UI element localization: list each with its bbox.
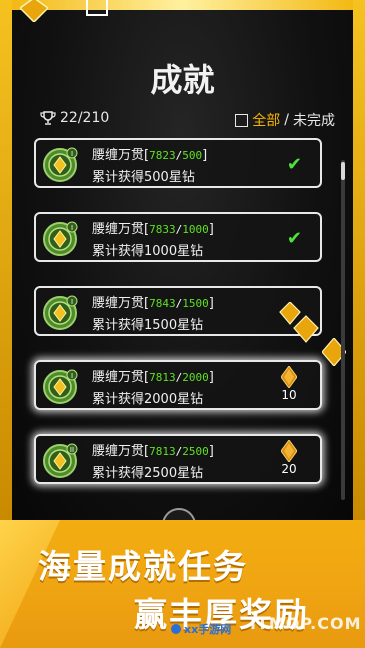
trophy-stats: 22/210 <box>40 110 109 126</box>
medal-icon: I <box>43 221 78 256</box>
svg-text:I: I <box>71 224 73 232</box>
banner-line1: 海量成就任务 <box>38 547 248 586</box>
diamond-icon <box>281 366 297 388</box>
svg-text:I: I <box>71 298 73 306</box>
achievement-card[interactable]: I 腰缠万贯[7833/1000] 累计获得1000星钻 ✔ <box>34 212 322 262</box>
reward-amount: 10 <box>281 388 297 402</box>
svg-text:II: II <box>70 446 74 454</box>
achievement-desc: 累计获得2000星钻 <box>92 392 204 407</box>
achievement-desc: 累计获得500星钻 <box>92 170 195 185</box>
filter-separator: / <box>284 112 289 128</box>
reward-badge: 10 <box>274 366 304 402</box>
scrollbar-thumb[interactable] <box>341 162 345 180</box>
achievement-title: 腰缠万贯[7813/2000] <box>92 370 214 385</box>
achievement-card[interactable]: I 腰缠万贯[7823/500] 累计获得500星钻 ✔ <box>34 138 322 188</box>
medal-icon: I <box>43 369 78 404</box>
achievement-title: 腰缠万贯[7833/1000] <box>92 222 214 237</box>
achievement-desc: 累计获得2500星钻 <box>92 466 204 481</box>
check-icon: ✔ <box>286 154 302 175</box>
reward-amount: 20 <box>281 462 297 476</box>
corner-box-decoration <box>86 0 108 16</box>
trophy-count: 22/210 <box>60 110 110 126</box>
check-icon: ✔ <box>286 228 302 249</box>
diamond-icon <box>279 302 319 343</box>
achievement-desc: 累计获得1000星钻 <box>92 244 204 259</box>
diamond-icon <box>281 440 297 462</box>
trophy-icon <box>40 111 56 125</box>
achievements-screen: 成就 22/210 全部 / 未完成 I 腰缠万贯[7823/500] 累计获得50… <box>0 0 365 648</box>
achievement-title: 腰缠万贯[7823/500] <box>92 148 208 163</box>
achievement-card[interactable]: II 腰缠万贯[7813/2500] 累计获得2500星钻 20 <box>34 434 322 484</box>
achievement-desc: 累计获得1500星钻 <box>92 318 204 333</box>
diamond-icon <box>20 0 48 22</box>
medal-icon: II <box>43 443 78 478</box>
svg-text:I: I <box>71 372 73 380</box>
scrollbar-track[interactable] <box>341 160 345 500</box>
filter-toggle[interactable]: 全部 / 未完成 <box>235 110 335 130</box>
medal-icon: I <box>43 147 78 182</box>
filter-incomplete-label[interactable]: 未完成 <box>293 110 335 130</box>
page-title: 成就 <box>150 61 215 99</box>
logo-icon <box>171 624 181 634</box>
reward-badge: 20 <box>274 440 304 476</box>
watermark-logo: xx手游网 <box>170 620 250 638</box>
filter-checkbox[interactable] <box>235 113 249 127</box>
achievement-card[interactable]: I 腰缠万贯[7813/2000] 累计获得2000星钻 10 <box>34 360 322 410</box>
medal-icon: I <box>43 295 78 330</box>
svg-text:I: I <box>71 150 73 158</box>
frame-top <box>0 0 365 10</box>
filter-all-label[interactable]: 全部 <box>252 110 280 130</box>
watermark-text: ITMOP.COM <box>250 614 362 633</box>
achievement-title: 腰缠万贯[7813/2500] <box>92 444 214 459</box>
achievement-title: 腰缠万贯[7843/1500] <box>92 296 214 311</box>
